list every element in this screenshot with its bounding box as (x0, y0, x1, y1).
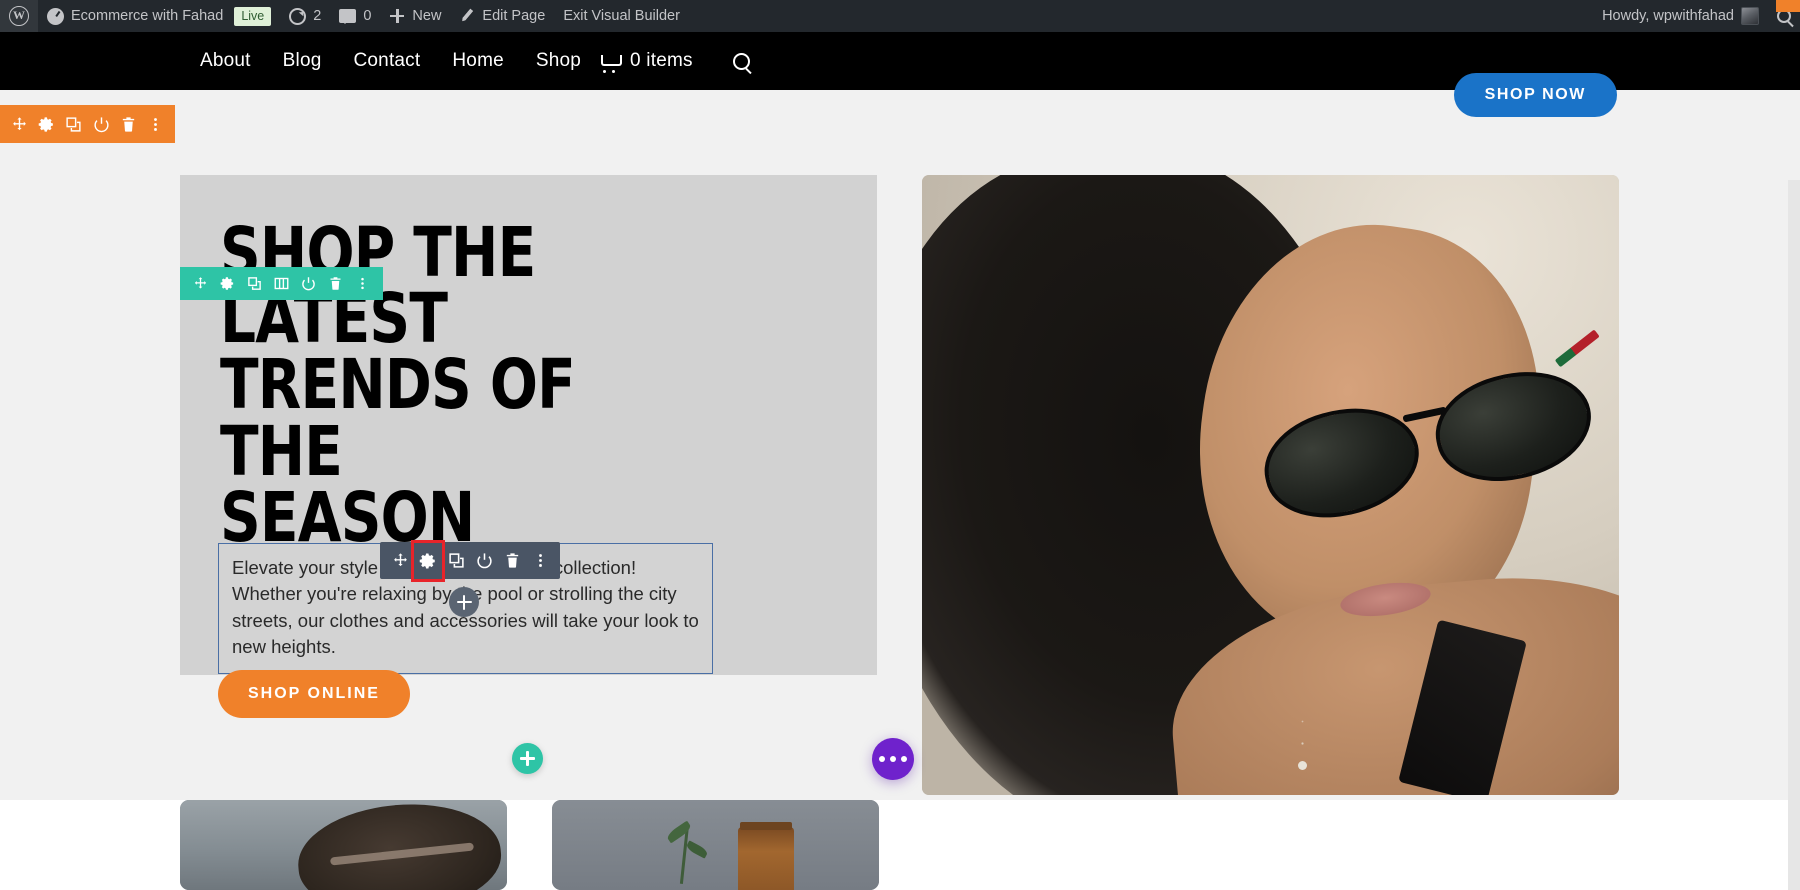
pencil-icon (459, 8, 475, 24)
nav-item-home[interactable]: Home (452, 50, 503, 72)
comments-count: 0 (363, 8, 372, 24)
plus-icon (389, 8, 405, 24)
add-row-button[interactable] (512, 743, 543, 774)
revisions-count: 2 (313, 8, 322, 24)
avatar (1741, 7, 1759, 25)
wordpress-logo-button[interactable] (0, 0, 38, 32)
module-settings-button[interactable] (411, 539, 445, 582)
bottom-card-perfume-bottle[interactable] (552, 800, 879, 890)
row-delete-button[interactable] (322, 267, 349, 300)
three-dots-icon (901, 756, 907, 762)
row-disable-button[interactable] (295, 267, 322, 300)
row-more-options-button[interactable] (349, 267, 376, 300)
module-more-options-button[interactable] (526, 542, 554, 579)
section-duplicate-button[interactable] (60, 105, 87, 143)
bottle-cap-shape (740, 821, 793, 830)
hero-row[interactable]: SHOP THE LATEST TRENDS OF THE SEASON Ele… (180, 175, 877, 718)
exit-visual-builder-label: Exit Visual Builder (563, 8, 680, 24)
shop-now-button[interactable]: SHOP NOW (1453, 73, 1617, 117)
add-module-button[interactable] (449, 587, 479, 617)
three-dots-icon (890, 756, 896, 762)
card-image (552, 800, 879, 890)
row-columns-button[interactable] (268, 267, 295, 300)
row-settings-button[interactable] (214, 267, 241, 300)
row-move-button[interactable] (187, 267, 214, 300)
hero-image[interactable] (922, 175, 1619, 795)
module-duplicate-button[interactable] (442, 542, 470, 579)
page-right-edge (1788, 180, 1800, 890)
live-badge: Live (234, 6, 272, 26)
three-dots-icon (879, 756, 885, 762)
cart-link[interactable]: 0 items (599, 50, 693, 73)
module-delete-button[interactable] (498, 542, 526, 579)
section-settings-button[interactable] (33, 105, 60, 143)
edit-page-label: Edit Page (482, 8, 546, 24)
search-icon[interactable] (732, 52, 750, 70)
row-duplicate-button[interactable] (241, 267, 268, 300)
revisions-button[interactable]: 2 (280, 0, 330, 32)
bottom-card-woman-in-hat[interactable] (180, 800, 507, 890)
nav-item-shop[interactable]: Shop (536, 50, 581, 72)
exit-visual-builder-button[interactable]: Exit Visual Builder (554, 0, 689, 32)
wp-admin-bar: Ecommerce with Fahad Live 2 0 New Edit P… (0, 0, 1800, 32)
nav-item-about[interactable]: About (200, 50, 251, 72)
builder-corner-indicator (1776, 0, 1800, 12)
row-toolbar (180, 267, 383, 300)
site-navigation-bar: About Blog Contact Home Shop 0 items SHO… (0, 32, 1800, 117)
section-toolbar (0, 105, 175, 143)
section-disable-button[interactable] (88, 105, 115, 143)
nav-item-contact[interactable]: Contact (353, 50, 420, 72)
site-name-menu[interactable]: Ecommerce with Fahad (38, 0, 232, 32)
wordpress-logo-icon (9, 6, 29, 26)
section-move-button[interactable] (6, 105, 33, 143)
revision-icon (289, 7, 307, 25)
cart-items-count: 0 items (630, 50, 693, 71)
howdy-label: Howdy, wpwithfahad (1602, 8, 1734, 24)
page-canvas: SHOP THE LATEST TRENDS OF THE SEASON Ele… (0, 90, 1800, 890)
live-status[interactable]: Live (232, 0, 280, 32)
new-label: New (412, 8, 442, 24)
module-move-button[interactable] (386, 542, 414, 579)
module-disable-button[interactable] (470, 542, 498, 579)
divi-settings-fab[interactable] (872, 738, 914, 780)
comment-bubble-icon (339, 9, 357, 24)
site-name-label: Ecommerce with Fahad (71, 8, 224, 24)
edit-page-button[interactable]: Edit Page (450, 0, 554, 32)
dashboard-icon (47, 7, 64, 25)
hero-heading-line-2: TRENDS OF THE (220, 345, 576, 492)
plus-icon (456, 594, 472, 610)
shopping-cart-icon (599, 54, 623, 73)
bottle-shape (738, 827, 794, 890)
section-delete-button[interactable] (115, 105, 142, 143)
user-account-menu[interactable]: Howdy, wpwithfahad (1593, 0, 1768, 32)
nav-item-blog[interactable]: Blog (283, 50, 322, 72)
plus-icon (520, 751, 535, 766)
section-more-options-button[interactable] (142, 105, 169, 143)
comments-button[interactable]: 0 (330, 0, 380, 32)
shop-online-button[interactable]: SHOP ONLINE (218, 670, 410, 718)
module-toolbar (380, 539, 560, 582)
new-content-button[interactable]: New (380, 0, 450, 32)
